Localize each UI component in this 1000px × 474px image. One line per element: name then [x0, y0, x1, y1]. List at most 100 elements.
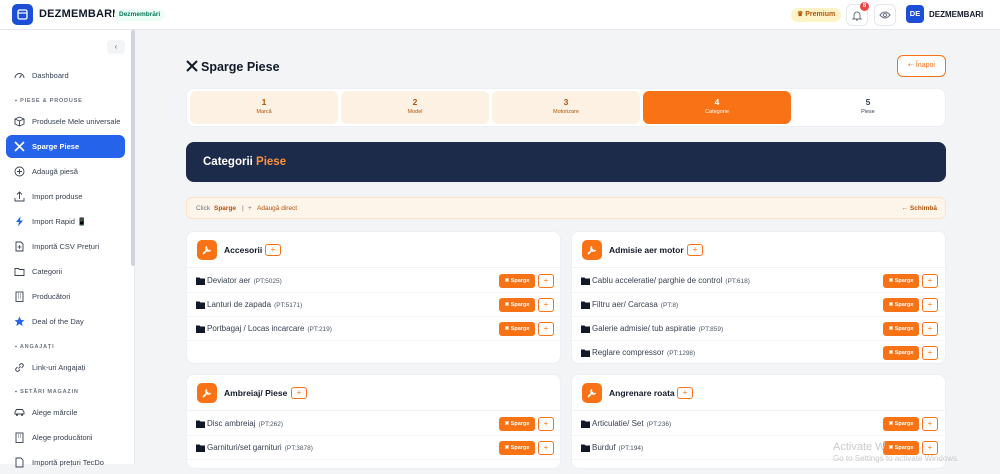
file-csv-icon: [15, 241, 24, 252]
category-name[interactable]: Lanturi de zapada (PT:5171): [207, 293, 302, 318]
sparge-button[interactable]: ✖ Sparge: [883, 298, 919, 312]
preview-button[interactable]: [874, 4, 896, 26]
row-pt: (PT:618): [725, 278, 750, 285]
categories-banner: Categorii Piese: [186, 142, 946, 182]
category-name[interactable]: Garnituri/set garnituri (PT:3878): [207, 436, 313, 461]
sidebar-item-categorii[interactable]: Categorii: [6, 260, 125, 283]
category-name[interactable]: Portbagaj / Locas incarcare (PT:219): [207, 317, 332, 342]
category-name[interactable]: Reglare compressor (PT:1298): [592, 341, 696, 363]
bell-icon: [851, 11, 863, 21]
car-icon: [14, 409, 25, 416]
category-name[interactable]: Articulatie/ Set (PT:236): [592, 412, 671, 437]
sidebar-item-importa-preturi-tecdo[interactable]: Importă prețuri TecDo: [6, 451, 125, 474]
sidebar-item-producatori[interactable]: Producători: [6, 285, 125, 308]
add-direct-button[interactable]: +: [922, 298, 938, 312]
sidebar-item-importa-csv[interactable]: Importă CSV Prețuri: [6, 235, 125, 258]
sidebar-item-alege-marcile[interactable]: Alege mărcile: [6, 401, 125, 424]
card-title: Angrenare roata: [609, 388, 675, 398]
change-link[interactable]: ← Schimbă: [902, 198, 937, 219]
section-label: PIESE & PRODUSE: [20, 98, 83, 104]
list-item: Galerie admisie/ tub aspiratie (PT:859) ✖…: [572, 317, 945, 341]
add-direct-button[interactable]: +: [922, 346, 938, 360]
add-direct-button[interactable]: +: [538, 298, 554, 312]
logo[interactable]: [12, 4, 33, 25]
sparge-button[interactable]: ✖ Sparge: [499, 417, 535, 431]
sparge-button[interactable]: ✖ Sparge: [499, 298, 535, 312]
notifications-button[interactable]: 8: [846, 2, 869, 26]
sparge-label: Sparge: [510, 278, 530, 284]
avatar[interactable]: DE: [906, 5, 924, 23]
row-name: Galerie admisie/ tub aspiratie: [592, 324, 696, 333]
premium-label: Premium: [805, 11, 836, 18]
add-direct-button[interactable]: +: [538, 441, 554, 455]
premium-badge[interactable]: ♛ Premium: [791, 8, 842, 22]
row-name: Filtru aer/ Carcasa: [592, 300, 658, 309]
row-pt: (PT:236): [646, 421, 672, 428]
card-header: Admisie aer motor +: [572, 232, 945, 268]
step-motorizare[interactable]: 3 Motorizare: [492, 91, 640, 124]
sparge-button[interactable]: ✖ Sparge: [883, 417, 919, 431]
main-content: Sparge Piese ⇠ Înapoi 1 Marcă 2 Model 3 …: [135, 30, 1000, 469]
sparge-label: Sparge: [510, 421, 530, 427]
step-model[interactable]: 2 Model: [341, 91, 489, 124]
add-category-button[interactable]: +: [291, 387, 307, 399]
add-category-button[interactable]: +: [265, 244, 281, 256]
bolt-icon: [16, 216, 23, 227]
sparge-button[interactable]: ✖ Sparge: [499, 274, 535, 288]
sparge-button[interactable]: ✖ Sparge: [883, 322, 919, 336]
add-category-button[interactable]: +: [687, 244, 703, 256]
sparge-button[interactable]: ✖ Sparge: [883, 441, 919, 455]
category-name[interactable]: Deviator aer (PT:5025): [207, 269, 282, 294]
sidebar-item-label: Deal of the Day: [32, 317, 84, 326]
sidebar-item-adauga-piesa[interactable]: Adaugă piesă: [6, 160, 125, 183]
collapse-sidebar-button[interactable]: ‹: [107, 40, 125, 54]
category-name[interactable]: Filtru aer/ Carcasa (PT:8): [592, 293, 678, 318]
add-direct-button[interactable]: +: [922, 322, 938, 336]
add-direct-button[interactable]: +: [922, 441, 938, 455]
category-name[interactable]: Burduf (PT:194): [592, 436, 643, 461]
list-item: Garnituri/set garnituri (PT:3878) ✖ Sparg…: [187, 436, 560, 460]
card-header: Angrenare roata +: [572, 375, 945, 411]
sidebar-item-import-rapid[interactable]: Import Rapid 📱: [6, 210, 125, 233]
row-name: Articulatie/ Set: [592, 419, 644, 428]
category-name[interactable]: Disc ambreiaj (PT:262): [207, 412, 283, 437]
row-name: Lanturi de zapada: [207, 300, 272, 309]
add-direct-button[interactable]: +: [922, 417, 938, 431]
sidebar-item-deal-of-the-day[interactable]: Deal of the Day: [6, 310, 125, 333]
sparge-button[interactable]: ✖ Sparge: [883, 346, 919, 360]
building-icon: [15, 432, 24, 443]
sidebar-item-dashboard[interactable]: Dashboard: [6, 64, 125, 87]
add-category-button[interactable]: +: [677, 387, 693, 399]
add-direct-button[interactable]: +: [922, 274, 938, 288]
sparge-label: Sparge: [510, 445, 530, 451]
sidebar-item-import-produse[interactable]: Import produse: [6, 185, 125, 208]
back-button[interactable]: ⇠ Înapoi: [897, 55, 946, 77]
username[interactable]: DEZMEMBARI: [929, 10, 983, 19]
step-number: 3: [563, 97, 569, 107]
step-marca[interactable]: 1 Marcă: [190, 91, 338, 124]
sparge-button[interactable]: ✖ Sparge: [499, 322, 535, 336]
sparge-button[interactable]: ✖ Sparge: [499, 441, 535, 455]
link-icon: [15, 363, 24, 372]
row-pt: (PT:1298): [667, 350, 696, 357]
star-icon: [14, 316, 25, 326]
hint-bar: Click Sparge | + Adaugă direct ← Schimbă: [186, 197, 946, 219]
arrow-left-icon: ⇠: [908, 62, 916, 69]
sidebar-item-sparge-piese[interactable]: Sparge Piese: [6, 135, 125, 158]
sparge-button[interactable]: ✖ Sparge: [883, 274, 919, 288]
step-categorie[interactable]: 4 Categorie: [643, 91, 791, 124]
add-direct-button[interactable]: +: [538, 322, 554, 336]
sidebar-item-alege-producatorii[interactable]: Alege producătorii: [6, 426, 125, 449]
sidebar-item-link-uri-angajati[interactable]: Link-uri Angajați: [6, 356, 125, 379]
sidebar-item-label: Producători: [32, 292, 71, 301]
add-direct-button[interactable]: +: [538, 417, 554, 431]
category-name[interactable]: Cablu acceleratie/ parghie de control (PT…: [592, 269, 750, 294]
row-pt: (PT:8): [660, 302, 679, 309]
sparge-label: Sparge: [894, 302, 914, 308]
box-icon: [14, 116, 25, 127]
add-direct-button[interactable]: +: [538, 274, 554, 288]
brand-name[interactable]: DEZMEMBARI: [39, 8, 116, 20]
sidebar-item-label: Sparge Piese: [32, 142, 80, 151]
category-name[interactable]: Galerie admisie/ tub aspiratie (PT:859): [592, 317, 723, 342]
sidebar-item-produsele-mele[interactable]: Produsele Mele universale: [6, 110, 125, 133]
